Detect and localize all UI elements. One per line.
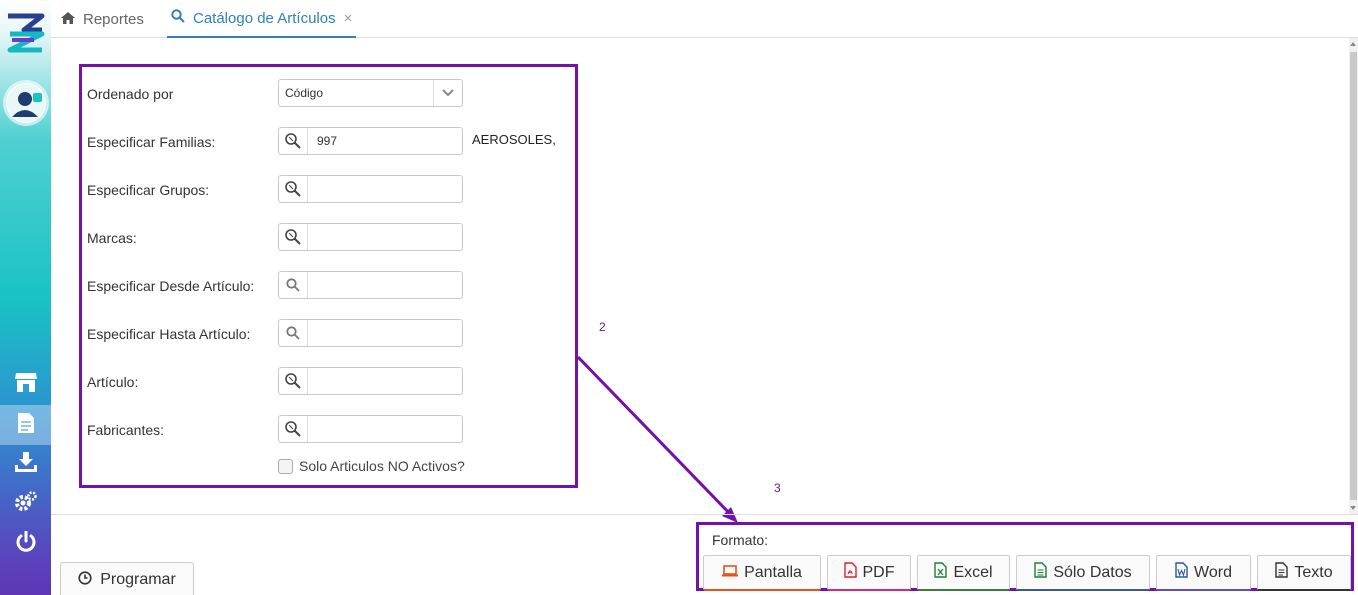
search-icon [171, 9, 185, 27]
lookup-search-icon[interactable] [279, 176, 308, 202]
settings-gears-icon [14, 490, 38, 519]
format-label-texto: Texto [1294, 563, 1333, 581]
format-label-solo-datos: Sólo Datos [1053, 563, 1132, 581]
app-logo[interactable] [4, 10, 48, 54]
close-icon[interactable]: × [344, 10, 353, 27]
search-icon[interactable] [279, 320, 308, 346]
format-label: Formato: [712, 532, 769, 548]
marcas-field[interactable] [278, 223, 463, 251]
marcas-label: Marcas: [87, 230, 137, 246]
word-underline [1157, 589, 1250, 591]
lookup-search-icon[interactable] [279, 416, 308, 442]
ordenado-por-label: Ordenado por [87, 86, 174, 102]
familias-label: Especificar Familias: [87, 134, 216, 150]
hasta-articulo-label: Especificar Hasta Artículo: [87, 326, 251, 342]
desde-articulo-label: Especificar Desde Artículo: [87, 278, 255, 294]
format-excel-button[interactable]: Excel [917, 555, 1010, 591]
text-file-icon [1275, 562, 1289, 583]
sidebar-item-download[interactable] [0, 444, 51, 484]
report-document-icon [17, 412, 35, 439]
familias-field[interactable]: 997 [278, 127, 463, 155]
ordenado-por-select[interactable]: Código [278, 79, 463, 107]
format-label-pantalla: Pantalla [744, 563, 802, 581]
sidebar [0, 0, 51, 595]
fabricantes-label: Fabricantes: [87, 422, 165, 438]
ordenado-por-value: Código [285, 86, 324, 100]
format-label-word: Word [1194, 563, 1232, 581]
user-avatar[interactable] [6, 83, 46, 123]
pdf-underline [828, 589, 910, 591]
lookup-search-icon[interactable] [279, 368, 308, 394]
grupos-label: Especificar Grupos: [87, 182, 210, 198]
hasta-articulo-field[interactable] [278, 319, 463, 347]
sidebar-item-store[interactable] [0, 364, 51, 404]
solo-no-activos-label: Solo Articulos NO Activos? [299, 458, 465, 474]
clock-icon [78, 570, 92, 590]
grupos-field[interactable] [278, 175, 463, 203]
programar-button[interactable]: Programar [60, 562, 194, 595]
vertical-scrollbar[interactable] [1349, 38, 1358, 514]
solo-no-activos-checkbox[interactable] [278, 458, 293, 474]
lookup-search-icon[interactable] [279, 128, 308, 154]
home-icon [61, 11, 75, 28]
scrollbar-thumb[interactable] [1350, 52, 1357, 500]
tab-label: Catálogo de Artículos [193, 9, 336, 27]
power-icon [15, 530, 37, 558]
articulo-field[interactable] [278, 367, 463, 395]
solo-datos-underline [1017, 589, 1149, 591]
bottom-divider [51, 514, 1358, 515]
chevron-down-icon[interactable] [433, 80, 462, 106]
desde-articulo-field[interactable] [278, 271, 463, 299]
sidebar-item-power[interactable] [0, 524, 51, 564]
articulo-label: Artículo: [87, 374, 139, 390]
annotation-number-3: 3 [774, 481, 781, 495]
format-label-pdf: PDF [862, 563, 895, 581]
store-icon [14, 371, 38, 398]
sidebar-item-reports[interactable] [0, 405, 51, 445]
scroll-up-arrow-icon[interactable] [1350, 42, 1356, 46]
tab-reportes[interactable]: Reportes [61, 0, 144, 38]
laptop-icon [722, 564, 739, 582]
word-file-icon [1175, 562, 1188, 583]
fabricantes-field[interactable] [278, 415, 463, 443]
format-label-excel: Excel [953, 563, 993, 581]
format-word-button[interactable]: Word [1156, 555, 1251, 591]
tab-bar: Reportes Catálogo de Artículos × [51, 0, 1358, 38]
search-icon[interactable] [279, 272, 308, 298]
familias-value: 997 [317, 134, 338, 148]
format-pdf-button[interactable]: PDF [827, 555, 911, 591]
scroll-down-arrow-icon[interactable] [1350, 506, 1356, 510]
pantalla-underline [704, 589, 820, 591]
excel-underline [918, 589, 1009, 591]
excel-file-icon [934, 562, 948, 583]
programar-label: Programar [100, 571, 176, 588]
lookup-search-icon[interactable] [279, 224, 308, 250]
annotation-number-2: 2 [599, 320, 606, 334]
texto-underline [1258, 589, 1350, 591]
format-texto-button[interactable]: Texto [1257, 555, 1351, 591]
sidebar-item-settings[interactable] [0, 484, 51, 524]
tab-label: Reportes [83, 10, 144, 28]
data-file-icon [1034, 562, 1048, 583]
tab-catalogo-articulos[interactable]: Catálogo de Artículos × [167, 0, 357, 38]
format-pantalla-button[interactable]: Pantalla [703, 555, 821, 591]
solo-no-activos-row[interactable]: Solo Articulos NO Activos? [278, 458, 465, 474]
download-tray-icon [14, 451, 38, 478]
format-solo-datos-button[interactable]: Sólo Datos [1016, 555, 1150, 591]
pdf-file-icon [843, 562, 857, 583]
familias-description: AEROSOLES, [472, 132, 556, 147]
